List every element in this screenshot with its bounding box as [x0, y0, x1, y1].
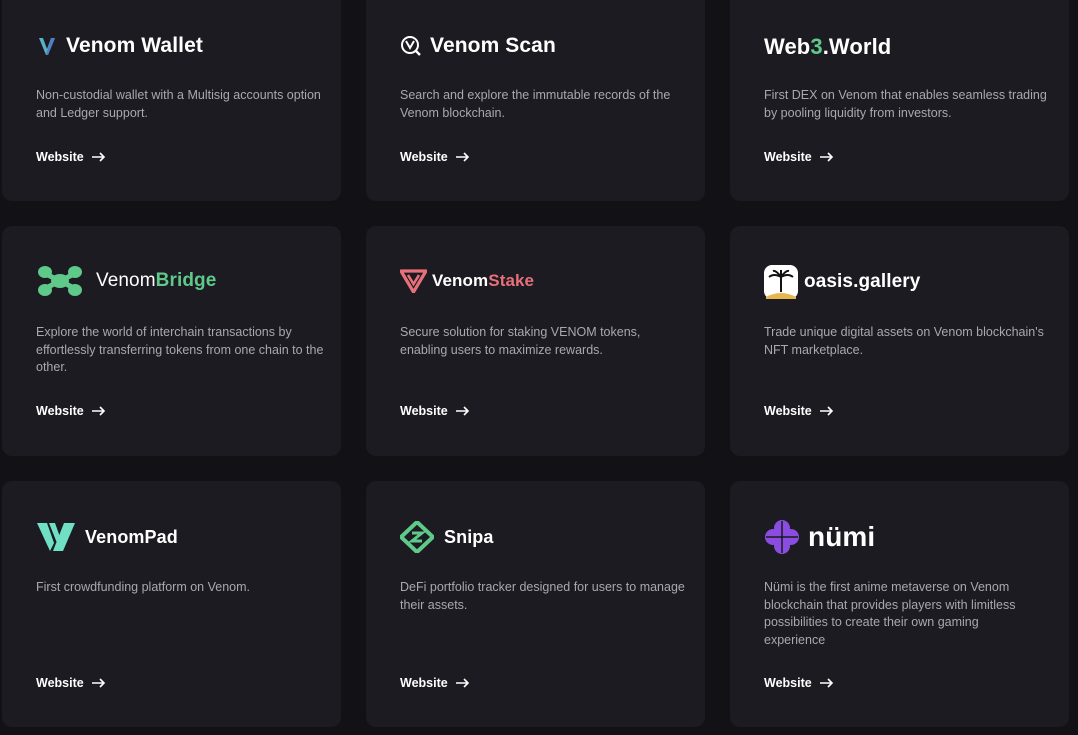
web3-world-name-3: 3	[810, 34, 823, 59]
web3-world-description: First DEX on Venom that enables seamless…	[764, 88, 1047, 120]
arrow-right-icon	[91, 406, 106, 416]
venom-bridge-name: VenomBridge	[96, 270, 216, 292]
venom-scan-name: Venom Scan	[430, 34, 556, 57]
venom-bridge-website-link[interactable]: Website	[36, 404, 106, 418]
snipa-description: DeFi portfolio tracker designed for user…	[400, 580, 685, 612]
card-venom-pad: VenomPad First crowdfunding platform on …	[2, 481, 341, 727]
venom-bridge-description: Explore the world of interchain transact…	[36, 325, 324, 374]
venom-bridge-name-bridge: Bridge	[155, 270, 217, 291]
venom-wallet-name: Venom Wallet	[66, 34, 203, 57]
venom-pad-description: First crowdfunding platform on Venom.	[36, 580, 250, 594]
website-link-label: Website	[400, 150, 448, 164]
oasis-gallery-logo: oasis.gallery	[764, 265, 920, 299]
arrow-right-icon	[455, 406, 470, 416]
website-link-label: Website	[764, 404, 812, 418]
venom-scan-description: Search and explore the immutable records…	[400, 88, 671, 120]
website-link-label: Website	[36, 676, 84, 690]
web3-world-name: Web3.World	[764, 34, 891, 60]
web3-world-name-world: .World	[822, 34, 892, 59]
numi-website-link[interactable]: Website	[764, 676, 834, 690]
venom-pad-logo-icon	[36, 521, 76, 553]
card-snipa: Snipa DeFi portfolio tracker designed fo…	[366, 481, 705, 727]
website-link-label: Website	[36, 150, 84, 164]
venom-wallet-description: Non-custodial wallet with a Multisig acc…	[36, 88, 321, 120]
venom-bridge-logo: VenomBridge	[36, 264, 216, 298]
web3-world-logo: Web3.World	[764, 34, 891, 60]
oasis-gallery-website-link[interactable]: Website	[764, 404, 834, 418]
venom-stake-description: Secure solution for staking VENOM tokens…	[400, 325, 641, 357]
arrow-right-icon	[91, 678, 106, 688]
card-oasis-gallery: oasis.gallery Trade unique digital asset…	[730, 226, 1069, 456]
card-venom-bridge: VenomBridge Explore the world of interch…	[2, 226, 341, 456]
snipa-logo: Snipa	[400, 521, 494, 553]
numi-logo: nümi	[764, 519, 875, 555]
arrow-right-icon	[455, 678, 470, 688]
venom-wallet-logo-icon	[36, 35, 58, 57]
website-link-label: Website	[36, 404, 84, 418]
card-numi: nümi Nümi is the first anime metaverse o…	[730, 481, 1069, 727]
venom-stake-name: VenomStake	[432, 271, 534, 291]
card-web3-world: Web3.World First DEX on Venom that enabl…	[730, 0, 1069, 201]
venom-pad-name: VenomPad	[85, 526, 178, 547]
arrow-right-icon	[819, 152, 834, 162]
website-link-label: Website	[764, 150, 812, 164]
website-link-label: Website	[764, 676, 812, 690]
venom-scan-logo: Venom Scan	[400, 34, 556, 58]
website-link-label: Website	[400, 676, 448, 690]
arrow-right-icon	[455, 152, 470, 162]
venom-stake-name-stake: Stake	[488, 271, 535, 290]
oasis-gallery-name: oasis.gallery	[804, 271, 921, 292]
web3-world-website-link[interactable]: Website	[764, 150, 834, 164]
arrow-right-icon	[819, 406, 834, 416]
snipa-website-link[interactable]: Website	[400, 676, 470, 690]
venom-stake-logo-icon	[400, 269, 427, 293]
venom-pad-logo: VenomPad	[36, 521, 178, 553]
venom-bridge-name-venom: Venom	[96, 270, 156, 291]
web3-world-name-web: Web	[764, 34, 811, 59]
snipa-name: Snipa	[444, 526, 494, 547]
venom-stake-website-link[interactable]: Website	[400, 404, 470, 418]
venom-scan-website-link[interactable]: Website	[400, 150, 470, 164]
oasis-gallery-logo-icon	[764, 265, 798, 299]
venom-wallet-logo: Venom Wallet	[36, 34, 203, 58]
oasis-gallery-description: Trade unique digital assets on Venom blo…	[764, 325, 1044, 357]
arrow-right-icon	[819, 678, 834, 688]
card-venom-stake: VenomStake Secure solution for staking V…	[366, 226, 705, 456]
arrow-right-icon	[91, 152, 106, 162]
snipa-logo-icon	[400, 521, 434, 553]
venom-stake-name-venom: Venom	[432, 271, 489, 290]
numi-description: Nümi is the first anime metaverse on Ven…	[764, 580, 1016, 647]
card-venom-wallet: Venom Wallet Non-custodial wallet with a…	[2, 0, 341, 201]
numi-name: nümi	[808, 521, 876, 552]
card-venom-scan: Venom Scan Search and explore the immuta…	[366, 0, 705, 201]
venom-wallet-website-link[interactable]: Website	[36, 150, 106, 164]
venom-pad-website-link[interactable]: Website	[36, 676, 106, 690]
venom-bridge-logo-icon	[36, 264, 84, 298]
website-link-label: Website	[400, 404, 448, 418]
venom-stake-logo: VenomStake	[400, 269, 534, 293]
venom-scan-logo-icon	[400, 35, 422, 57]
numi-logo-icon	[764, 519, 800, 555]
